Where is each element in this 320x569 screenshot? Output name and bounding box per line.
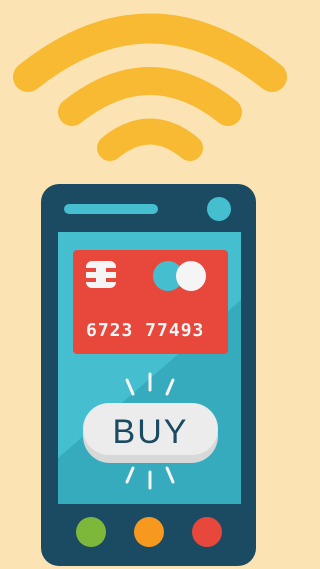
payment-card: 6723 77493 [73, 250, 228, 354]
card-number: 6723 77493 [86, 320, 204, 341]
card-chip-icon [86, 261, 116, 288]
phone-speaker [64, 204, 158, 214]
buy-button-label: BUY [113, 413, 189, 451]
nfc-payment-illustration: 6723 77493 BUY [0, 0, 301, 569]
wifi-signal-icon [13, 13, 287, 161]
red-dot-button[interactable] [192, 517, 222, 547]
illustration-canvas: 6723 77493 BUY [13, 13, 287, 566]
orange-dot-button[interactable] [134, 517, 164, 547]
camera-icon [207, 197, 231, 221]
green-dot-button[interactable] [76, 517, 106, 547]
wifi-arc-inner [97, 118, 203, 161]
wifi-arc-middle [58, 67, 242, 126]
buy-button[interactable]: BUY [83, 403, 218, 463]
